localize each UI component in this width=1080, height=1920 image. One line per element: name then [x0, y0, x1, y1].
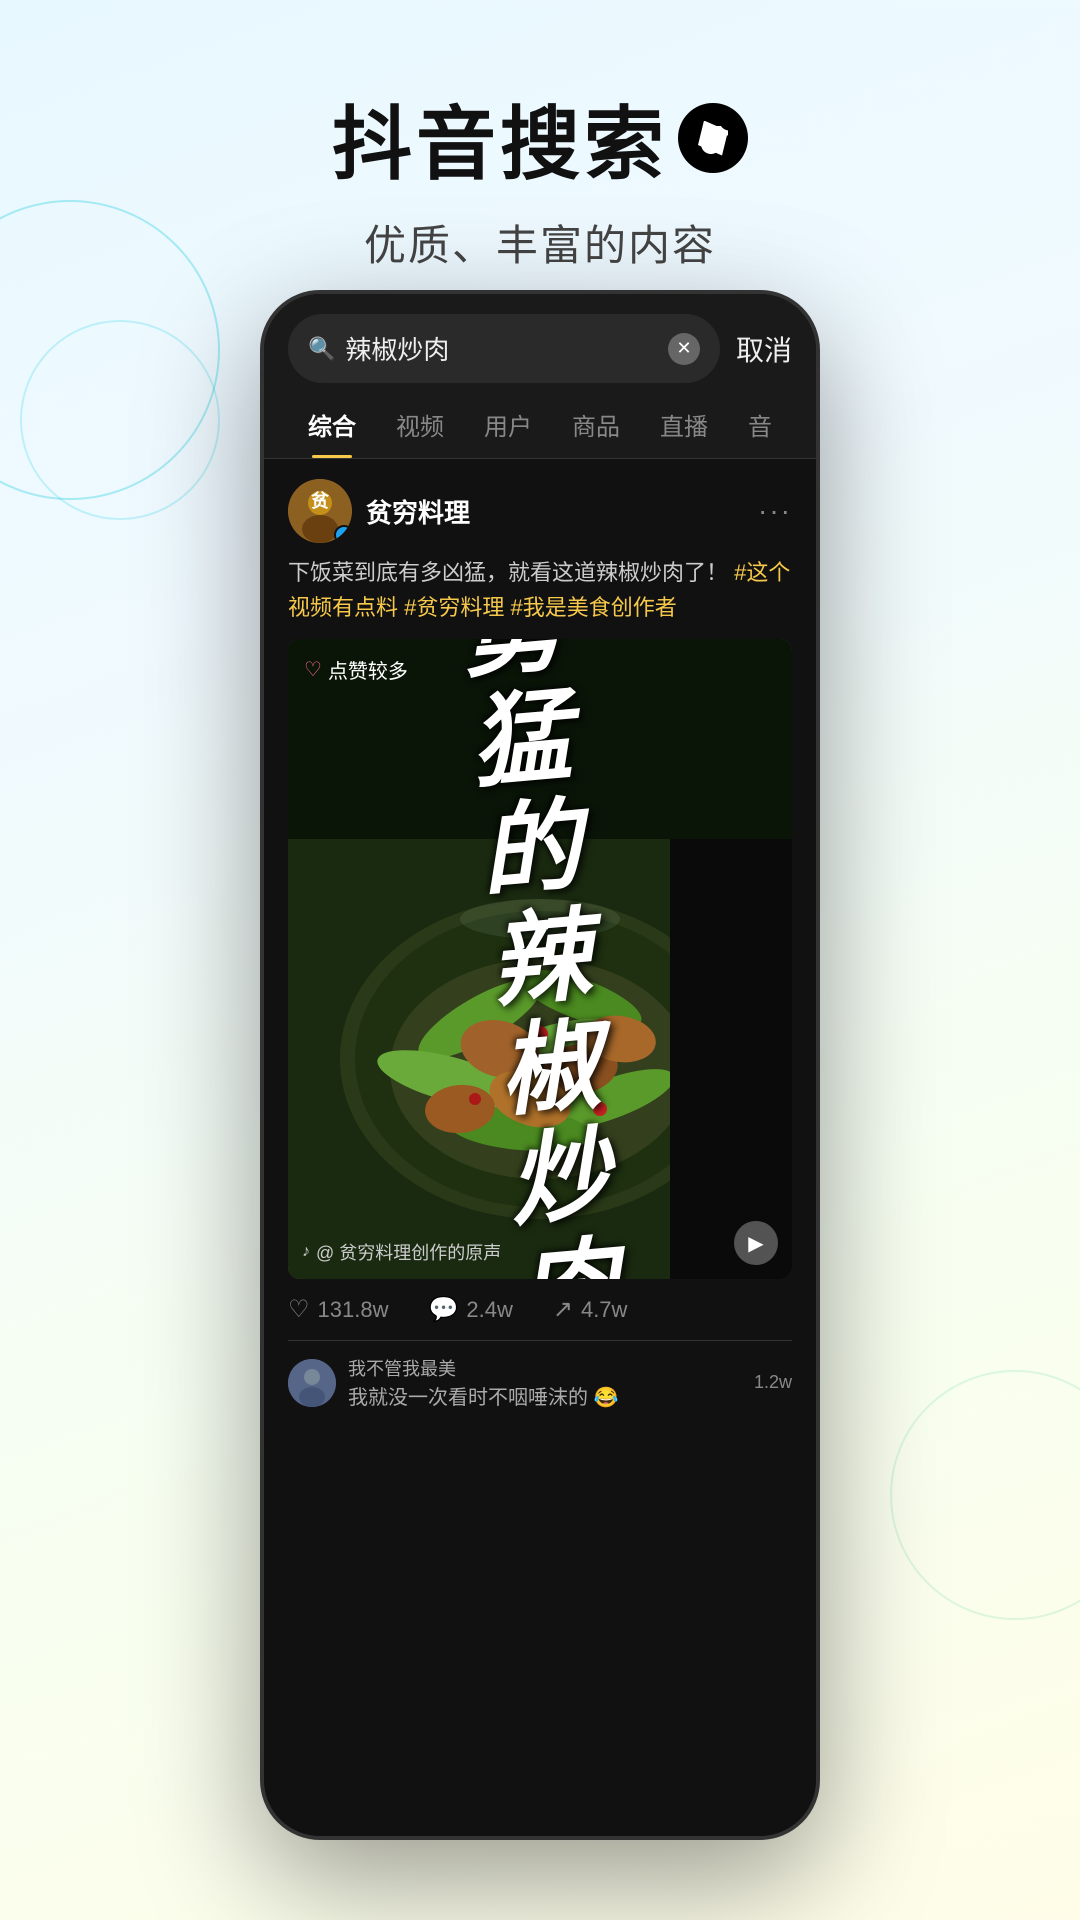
app-title: 抖音搜索	[0, 80, 1080, 196]
search-results-area: 贫 ✓ 贫穷料理 ··· 下饭菜到底有多凶猛，就看这道辣椒炒肉了！ #这个视频有…	[264, 459, 816, 1440]
audio-info: ♪ @ 贫穷料理创作的原声	[302, 1239, 501, 1265]
tab-comprehensive[interactable]: 综合	[288, 399, 376, 458]
tiktok-small-icon: ♪	[302, 1243, 310, 1261]
user-avatar: 贫 ✓	[288, 479, 352, 543]
clear-search-button[interactable]: ✕	[668, 333, 700, 365]
comment-item: 我不管我最美 我就没一次看时不咽唾沫的 😂 1.2w	[288, 1355, 792, 1410]
post-text-normal: 下饭菜到底有多凶猛，就看这道辣椒炒肉了！	[288, 560, 728, 585]
post-user-card: 贫 ✓ 贫穷料理 ···	[288, 479, 792, 543]
comment-text: 我就没一次看时不咽唾沫的 😂	[348, 1381, 742, 1410]
tab-product[interactable]: 商品	[552, 399, 640, 458]
title-text: 抖音搜索	[332, 80, 668, 196]
post-stats-row: ♡ 131.8w 💬 2.4w ↗ 4.7w	[288, 1279, 792, 1341]
search-icon: 🔍	[308, 336, 335, 362]
likes-count: 131.8w	[318, 1297, 389, 1323]
user-info: 贫 ✓ 贫穷料理	[288, 479, 470, 543]
comment-likes-count: 1.2w	[754, 1372, 792, 1393]
more-options-button[interactable]: ···	[758, 495, 792, 527]
bg-decoration-circle-2	[20, 320, 220, 520]
phone-screen: 🔍 辣椒炒肉 ✕ 取消 综合 视频 用户 商品 直播 音	[264, 294, 816, 1836]
comment-preview-area: 我不管我最美 我就没一次看时不咽唾沫的 😂 1.2w	[288, 1341, 792, 1410]
search-query-text: 辣椒炒肉	[345, 330, 658, 367]
verified-badge: ✓	[334, 525, 352, 543]
video-thumbnail[interactable]: ♡ 点赞较多 勇猛的辣椒炒肉 ♪ @ 贫穷料理创作的原声	[288, 639, 792, 1279]
shares-count: 4.7w	[581, 1297, 627, 1323]
search-bar-area: 🔍 辣椒炒肉 ✕ 取消	[264, 294, 816, 383]
commenter-name: 我不管我最美	[348, 1355, 742, 1381]
cancel-button[interactable]: 取消	[736, 329, 792, 369]
tab-live[interactable]: 直播	[640, 399, 728, 458]
commenter-avatar	[288, 1359, 336, 1407]
shares-stat[interactable]: ↗ 4.7w	[553, 1295, 628, 1324]
tab-video[interactable]: 视频	[376, 399, 464, 458]
heart-stat-icon: ♡	[288, 1295, 310, 1324]
tab-audio[interactable]: 音	[728, 399, 792, 458]
svg-text:贫: 贫	[311, 490, 330, 511]
username-label: 贫穷料理	[366, 493, 470, 530]
bg-decoration-circle-3	[890, 1370, 1080, 1620]
phone-frame: 🔍 辣椒炒肉 ✕ 取消 综合 视频 用户 商品 直播 音	[260, 290, 820, 1840]
share-stat-icon: ↗	[553, 1295, 573, 1324]
audio-text: @ 贫穷料理创作的原声	[316, 1239, 501, 1265]
video-overlay-title: 勇猛的辣椒炒肉	[457, 639, 624, 1279]
comments-count: 2.4w	[466, 1297, 512, 1323]
likes-stat[interactable]: ♡ 131.8w	[288, 1295, 388, 1324]
tiktok-logo-icon	[678, 103, 748, 173]
search-input-box[interactable]: 🔍 辣椒炒肉 ✕	[288, 314, 720, 383]
post-caption: 下饭菜到底有多凶猛，就看这道辣椒炒肉了！ #这个视频有点料 #贫穷料理 #我是美…	[288, 555, 792, 625]
comment-stat-icon: 💬	[428, 1295, 458, 1324]
comments-stat[interactable]: 💬 2.4w	[428, 1295, 512, 1324]
phone-mockup: 🔍 辣椒炒肉 ✕ 取消 综合 视频 用户 商品 直播 音	[260, 290, 820, 1840]
tab-user[interactable]: 用户	[464, 399, 552, 458]
search-tabs: 综合 视频 用户 商品 直播 音	[264, 383, 816, 459]
video-text-overlay: 勇猛的辣椒炒肉	[288, 639, 792, 1279]
